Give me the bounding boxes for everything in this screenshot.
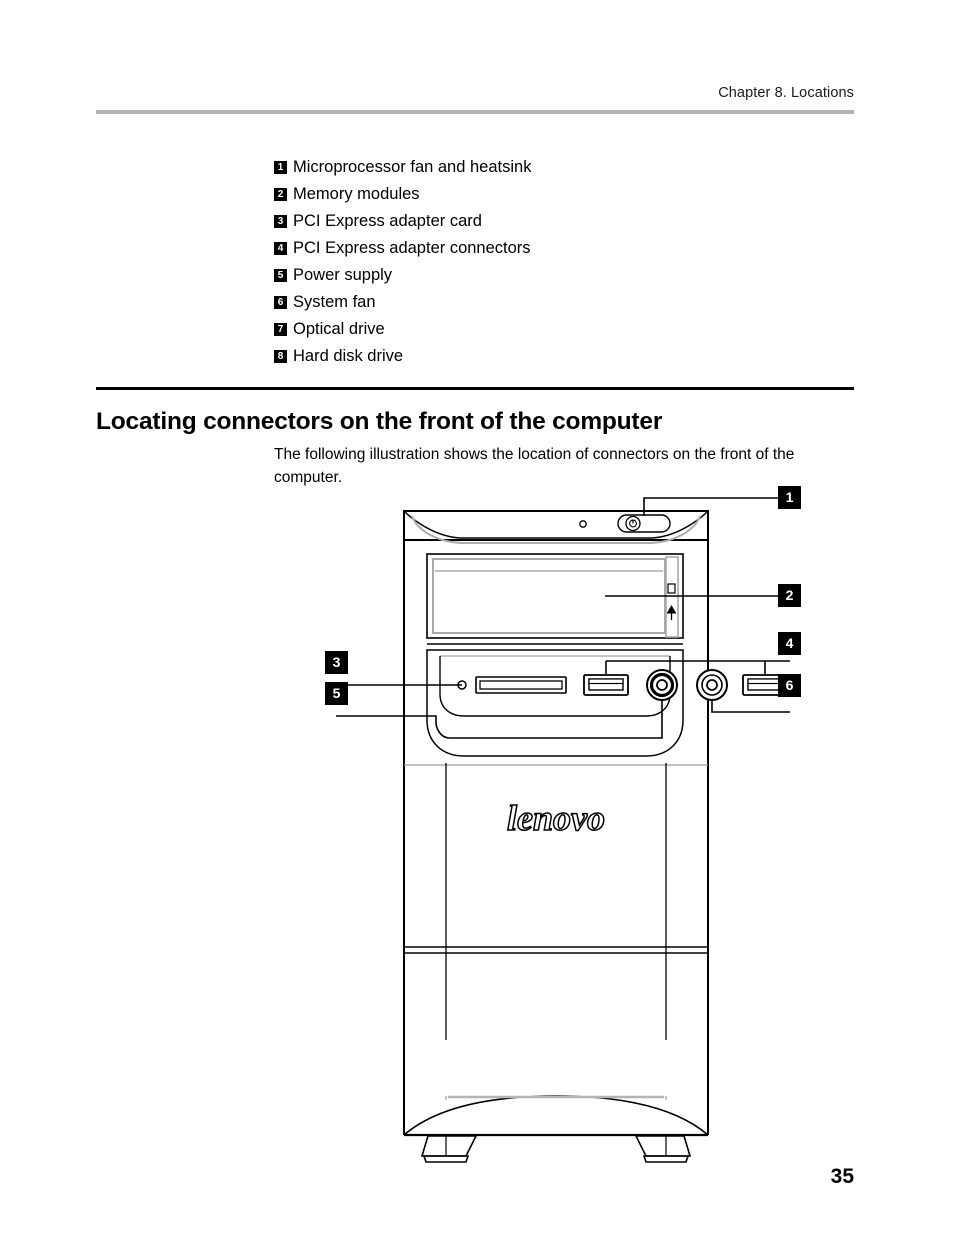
- headphone-connector: [696, 669, 728, 701]
- foot-right: [634, 1135, 692, 1157]
- legend-number-badge: 2: [274, 188, 287, 201]
- callout-badge-4: 4: [778, 632, 801, 655]
- legend-item-label: PCI Express adapter connectors: [293, 239, 531, 257]
- running-header: Chapter 8. Locations: [96, 84, 854, 102]
- legend-item-label: Microprocessor fan and heatsink: [293, 158, 532, 176]
- list-item: 6 System fan: [274, 291, 834, 318]
- legend-item-label: Hard disk drive: [293, 347, 404, 365]
- callout-badge-3: 3: [325, 651, 348, 674]
- power-led-indicator: [579, 520, 587, 528]
- legend-item-label: Optical drive: [293, 320, 385, 338]
- legend-number-badge: 6: [274, 296, 287, 309]
- callout-badge-1: 1: [778, 486, 801, 509]
- usb-connector-left: [583, 674, 629, 696]
- mic-jack-hole: [656, 679, 668, 691]
- list-item: 5 Power supply: [274, 264, 834, 291]
- base-curve: [403, 1095, 709, 1136]
- legend-item-label: Power supply: [293, 266, 393, 284]
- legend-item-label: System fan: [293, 293, 376, 311]
- header-divider: [96, 110, 854, 114]
- callout-badge-2: 2: [778, 584, 801, 607]
- legend-number-badge: 3: [274, 215, 287, 228]
- legend-number-badge: 5: [274, 269, 287, 282]
- legend-item-label: PCI Express adapter card: [293, 212, 482, 230]
- lenovo-logo: lenovo: [507, 798, 605, 838]
- list-item: 1 Microprocessor fan and heatsink: [274, 156, 834, 183]
- card-reader-slot-inner: [479, 680, 563, 690]
- computer-front-illustration: lenovo: [300, 480, 860, 1170]
- callout-badge-5: 5: [325, 682, 348, 705]
- legend-number-badge: 8: [274, 350, 287, 363]
- optical-drive-eject-button: [667, 583, 676, 594]
- legend-item-label: Memory modules: [293, 185, 420, 203]
- list-item: 8 Hard disk drive: [274, 345, 834, 372]
- callout-badge-6: 6: [778, 674, 801, 697]
- card-reader-slot: [475, 676, 567, 694]
- list-item: 2 Memory modules: [274, 183, 834, 210]
- usb-port-tongue: [747, 678, 783, 685]
- section-divider: [96, 387, 854, 390]
- page-title: Locating connectors on the front of the …: [96, 408, 663, 436]
- foot-right-pad: [642, 1155, 690, 1163]
- foot-left-pad: [422, 1155, 470, 1163]
- leader-line-5: [336, 700, 663, 739]
- optical-drive-side-strip: [665, 556, 679, 638]
- power-button: [617, 514, 671, 533]
- headphone-jack-hole: [706, 679, 718, 691]
- usb-port-tongue: [588, 678, 624, 685]
- microphone-connector: [646, 669, 678, 701]
- component-legend-list: 1 Microprocessor fan and heatsink 2 Memo…: [274, 156, 834, 372]
- legend-number-badge: 7: [274, 323, 287, 336]
- leader-line-1: [643, 497, 790, 516]
- legend-number-badge: 1: [274, 161, 287, 174]
- foot-left: [420, 1135, 478, 1157]
- page-number: 35: [830, 1165, 854, 1188]
- tower-line-drawing: lenovo: [336, 497, 790, 1163]
- list-item: 3 PCI Express adapter card: [274, 210, 834, 237]
- connector-panel-outline: [426, 649, 684, 757]
- list-item: 4 PCI Express adapter connectors: [274, 237, 834, 264]
- leader-line-6: [711, 700, 790, 713]
- chapter-title: Chapter 8. Locations: [718, 85, 854, 101]
- list-item: 7 Optical drive: [274, 318, 834, 345]
- legend-number-badge: 4: [274, 242, 287, 255]
- optical-drive-eject-arrow: [666, 604, 677, 614]
